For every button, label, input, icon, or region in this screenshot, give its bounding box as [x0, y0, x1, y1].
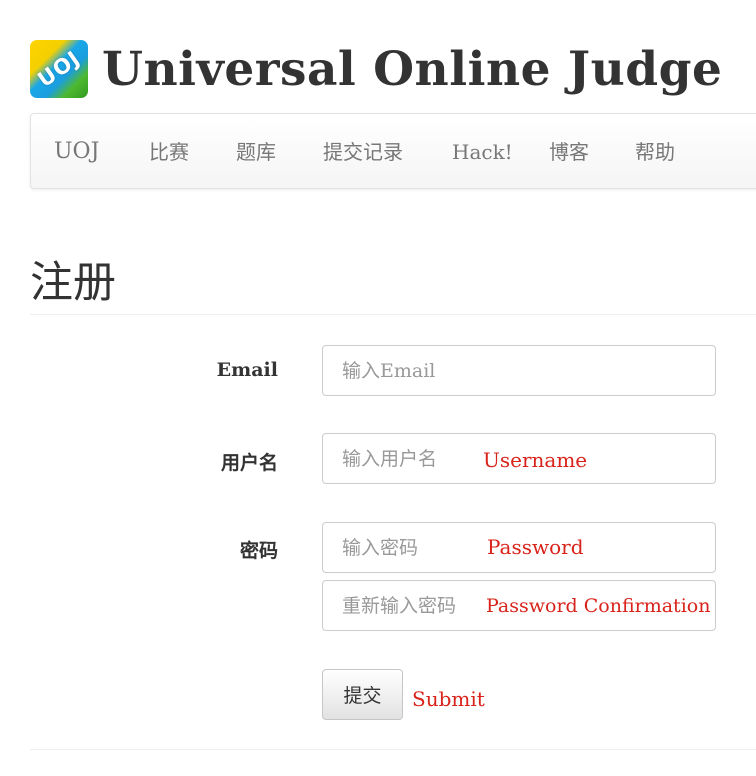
email-input[interactable]: [322, 345, 716, 396]
username-label: 用户名: [220, 452, 278, 474]
nav-item-problems[interactable]: 题库: [236, 114, 276, 190]
page: UOJ Universal Online Judge UOJ 比赛 题库 提交记…: [0, 0, 756, 776]
nav-brand-uoj[interactable]: UOJ: [54, 114, 99, 190]
username-annotation: Username: [483, 448, 588, 472]
nav-item-submissions[interactable]: 提交记录: [323, 114, 403, 190]
page-title: 注册: [30, 258, 116, 308]
nav-item-blogs[interactable]: 博客: [549, 114, 589, 190]
submit-annotation: Submit: [412, 687, 485, 711]
nav-item-help[interactable]: 帮助: [635, 114, 675, 190]
submit-button[interactable]: 提交: [322, 669, 403, 720]
navbar: UOJ 比赛 题库 提交记录 Hack! 博客 帮助: [30, 113, 756, 189]
site-header: UOJ Universal Online Judge: [30, 38, 722, 100]
nav-item-contests[interactable]: 比赛: [149, 114, 189, 190]
title-divider: [30, 314, 756, 315]
confirm-annotation: Password Confirmation: [486, 595, 711, 617]
uoj-logo-icon[interactable]: UOJ: [30, 40, 88, 98]
logo-text: UOJ: [33, 46, 85, 92]
password-annotation: Password: [487, 535, 584, 559]
form-bottom-divider: [30, 749, 756, 750]
nav-item-hack[interactable]: Hack!: [452, 114, 513, 190]
site-title[interactable]: Universal Online Judge: [102, 42, 722, 97]
email-label: Email: [216, 359, 278, 381]
password-label: 密码: [239, 540, 278, 562]
